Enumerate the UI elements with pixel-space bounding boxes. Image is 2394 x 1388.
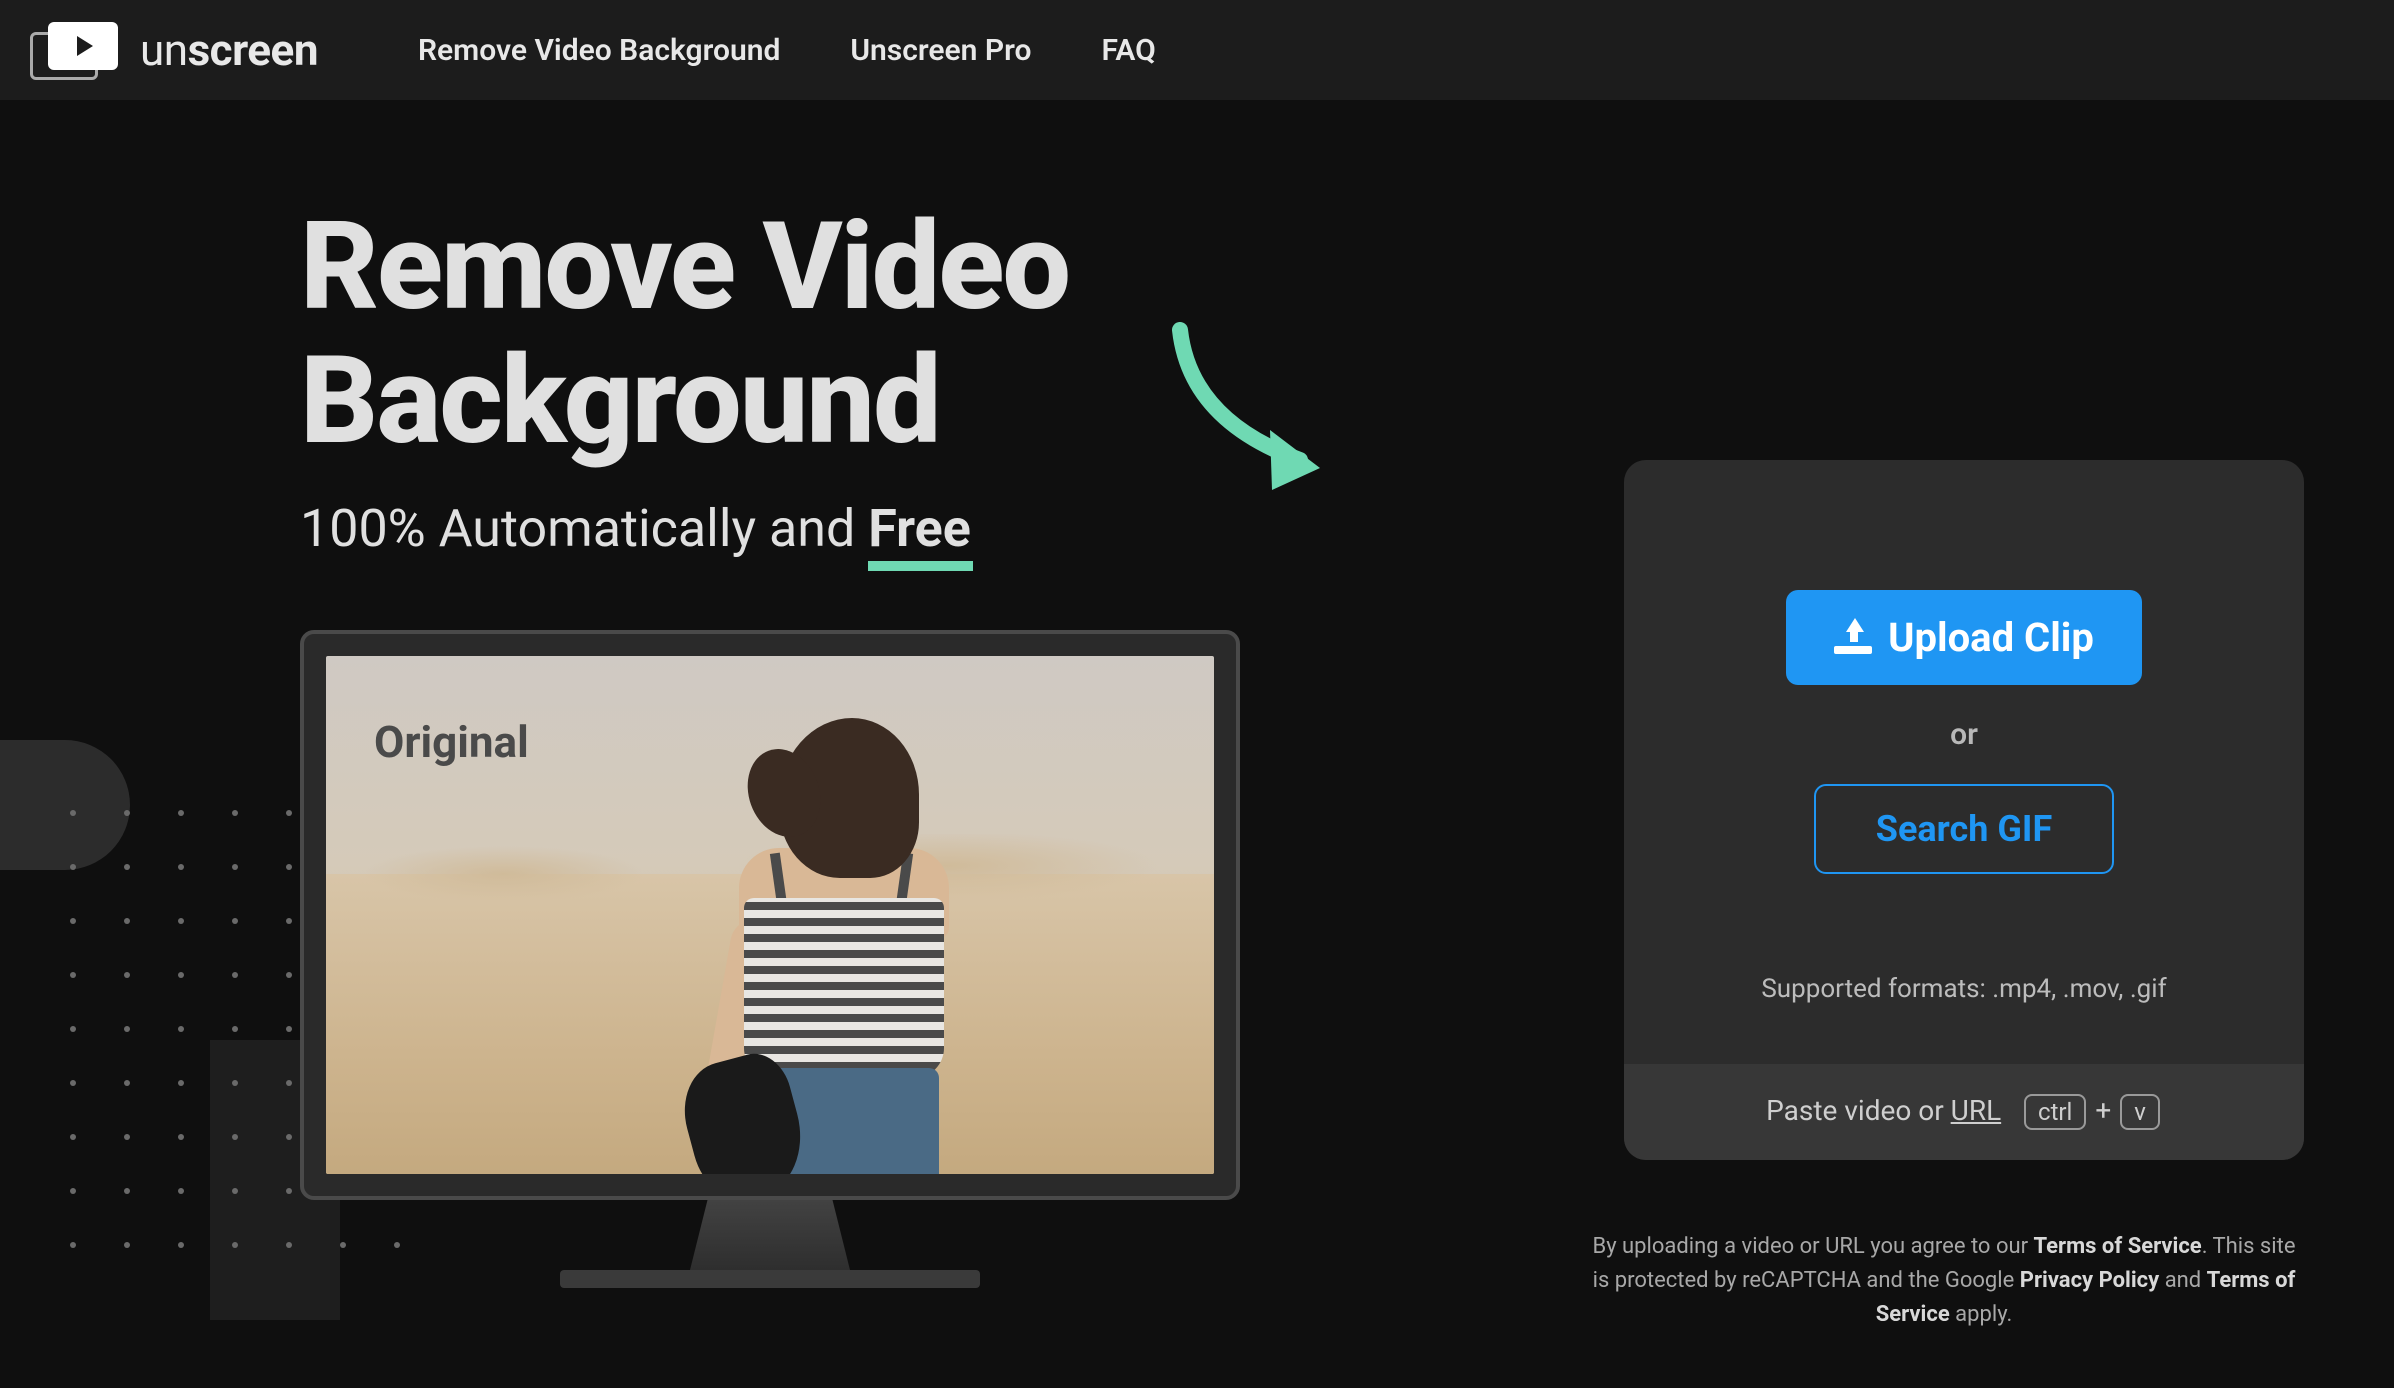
nav: Remove Video Background Unscreen Pro FAQ: [418, 33, 1156, 68]
logo-text: unscreen: [140, 24, 318, 76]
logo-icon: [30, 22, 120, 78]
paste-url-link[interactable]: URL: [1951, 1094, 2002, 1127]
search-gif-button[interactable]: Search GIF: [1814, 784, 2114, 874]
play-icon: [77, 36, 93, 56]
kbd-v: v: [2120, 1094, 2160, 1130]
legal-text: By uploading a video or URL you agree to…: [1584, 1230, 2304, 1332]
or-divider: or: [1684, 717, 2244, 752]
upload-icon: [1834, 622, 1872, 654]
upload-clip-button[interactable]: Upload Clip: [1786, 590, 2142, 685]
upload-card: Upload Clip or Search GIF Supported form…: [1624, 460, 2304, 1160]
hero-title: Remove Video Background: [300, 200, 2394, 468]
preview-label: Original: [374, 716, 529, 768]
supported-formats: Supported formats: .mp4, .mov, .gif: [1684, 974, 2244, 1004]
kbd-ctrl: ctrl: [2024, 1094, 2086, 1130]
arrow-icon: [1160, 320, 1340, 500]
preview-screen: Original: [326, 656, 1214, 1174]
tos-link[interactable]: Terms of Service: [2034, 1234, 2202, 1259]
privacy-policy-link[interactable]: Privacy Policy: [2020, 1268, 2159, 1293]
header: unscreen Remove Video Background Unscree…: [0, 0, 2394, 100]
preview-monitor: Original: [300, 630, 1240, 1288]
logo[interactable]: unscreen: [30, 22, 318, 78]
nav-remove-background[interactable]: Remove Video Background: [418, 33, 780, 68]
paste-hint: Paste video or URL ctrl + v: [1624, 1064, 2304, 1160]
nav-unscreen-pro[interactable]: Unscreen Pro: [850, 33, 1031, 68]
nav-faq[interactable]: FAQ: [1102, 33, 1156, 68]
